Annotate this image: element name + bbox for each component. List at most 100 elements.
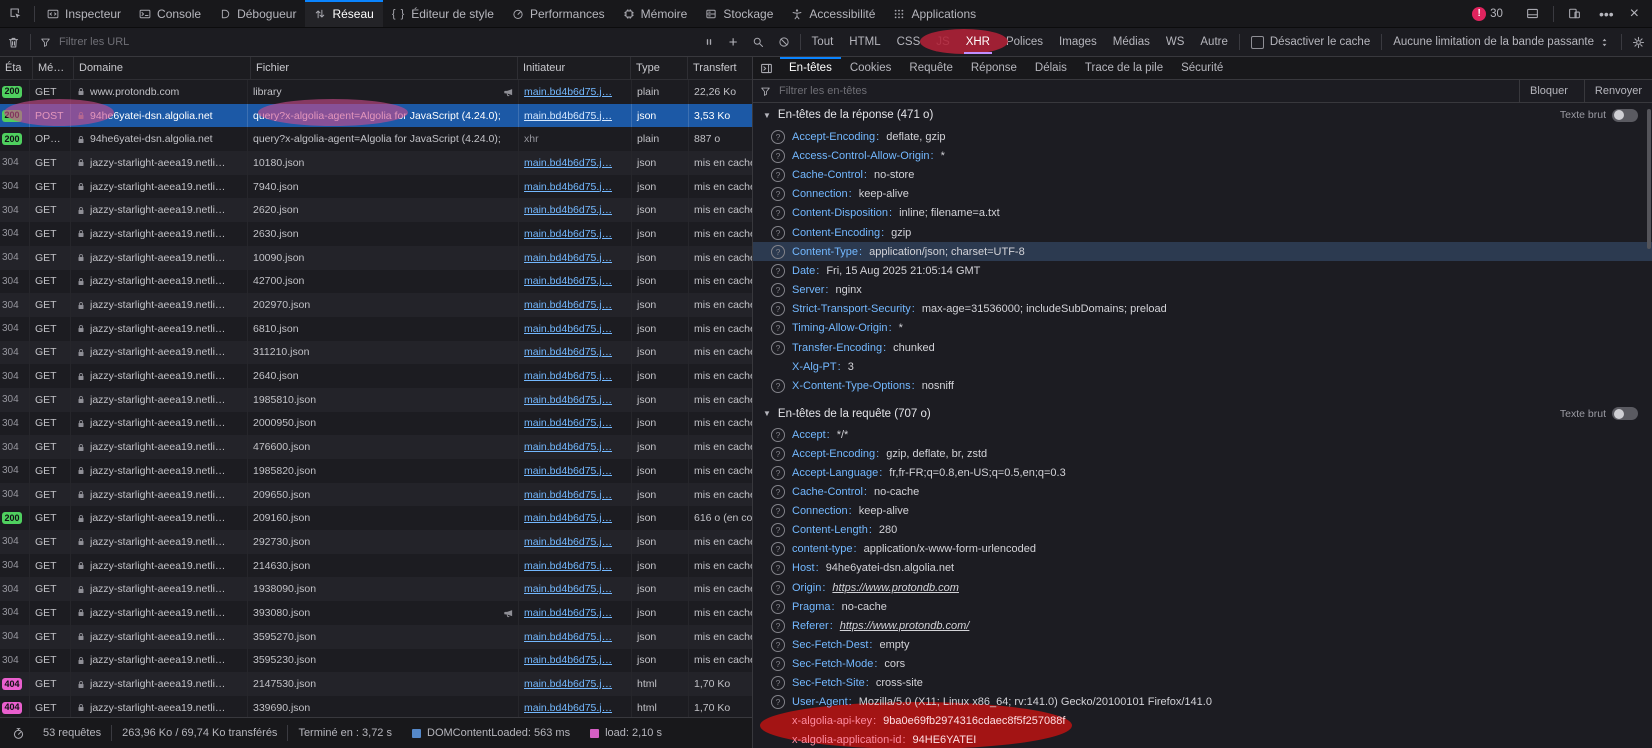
- request-row[interactable]: 304GETjazzy-starlight-aeea19.netli…35952…: [0, 649, 752, 673]
- initiator-link[interactable]: main.bd4b6d75.j…: [524, 678, 612, 690]
- header-doc-icon[interactable]: ?: [771, 206, 785, 220]
- raw-text-toggle[interactable]: Texte brut: [1560, 407, 1638, 420]
- header-row[interactable]: ?Strict-Transport-Security:max-age=31536…: [753, 300, 1652, 319]
- section-header-request_section[interactable]: ▼En-têtes de la requête (707 o)Texte bru…: [753, 402, 1652, 426]
- tool-tab-performances[interactable]: Performances: [503, 0, 614, 27]
- header-doc-icon[interactable]: ?: [771, 561, 785, 575]
- header-row[interactable]: ?Origin:https://www.protondb.com: [753, 578, 1652, 597]
- header-doc-icon[interactable]: ?: [771, 321, 785, 335]
- header-row[interactable]: ?Content-Type:application/json; charset=…: [753, 242, 1652, 261]
- details-tab-cookies[interactable]: Cookies: [841, 57, 901, 79]
- tool-tab-r-seau[interactable]: Réseau: [305, 0, 382, 27]
- initiator-link[interactable]: main.bd4b6d75.j…: [524, 181, 612, 193]
- header-doc-icon[interactable]: ?: [771, 523, 785, 537]
- initiator-link[interactable]: main.bd4b6d75.j…: [524, 228, 612, 240]
- column-header-4[interactable]: Initiateur: [518, 57, 631, 79]
- initiator-link[interactable]: main.bd4b6d75.j…: [524, 275, 612, 287]
- split-console-button[interactable]: [1517, 7, 1548, 20]
- initiator-link[interactable]: main.bd4b6d75.j…: [524, 157, 612, 169]
- request-row[interactable]: 304GETjazzy-starlight-aeea19.netli…2640.…: [0, 364, 752, 388]
- header-doc-icon[interactable]: ?: [771, 168, 785, 182]
- request-row[interactable]: 304GETjazzy-starlight-aeea19.netli…19380…: [0, 577, 752, 601]
- request-row[interactable]: 404GETjazzy-starlight-aeea19.netli…33969…: [0, 696, 752, 717]
- throttling-select[interactable]: Aucune limitation de la bande passante: [1385, 28, 1618, 56]
- request-row[interactable]: 200OP…94he6yatei-dsn.algolia.netquery?x-…: [0, 127, 752, 151]
- header-doc-icon[interactable]: ?: [771, 149, 785, 163]
- initiator-link[interactable]: main.bd4b6d75.j…: [524, 299, 612, 311]
- initiator-link[interactable]: main.bd4b6d75.j…: [524, 583, 612, 595]
- header-row[interactable]: ?content-type:application/x-www-form-url…: [753, 540, 1652, 559]
- column-header-3[interactable]: Fichier: [251, 57, 518, 79]
- request-row[interactable]: 304GETjazzy-starlight-aeea19.netli…2630.…: [0, 222, 752, 246]
- request-row[interactable]: 304GETjazzy-starlight-aeea19.netli…7940.…: [0, 175, 752, 199]
- initiator-link[interactable]: main.bd4b6d75.j…: [524, 346, 612, 358]
- details-tab-requ-te[interactable]: Requête: [900, 57, 961, 79]
- initiator-link[interactable]: main.bd4b6d75.j…: [524, 560, 612, 572]
- header-row[interactable]: ?Accept-Language:fr,fr-FR;q=0.8,en-US;q=…: [753, 464, 1652, 483]
- header-row[interactable]: ?Pragma:no-cache: [753, 597, 1652, 616]
- request-row[interactable]: 304GETjazzy-starlight-aeea19.netli…29273…: [0, 530, 752, 554]
- initiator-link[interactable]: main.bd4b6d75.j…: [524, 536, 612, 548]
- headers-filter-input[interactable]: [777, 84, 1513, 98]
- section-header-response_section[interactable]: ▼En-têtes de la réponse (471 o)Texte bru…: [753, 103, 1652, 127]
- filter-xhr[interactable]: XHR: [958, 28, 998, 56]
- column-header-2[interactable]: Domaine: [74, 57, 251, 79]
- initiator-link[interactable]: main.bd4b6d75.j…: [524, 323, 612, 335]
- filter-tout[interactable]: Tout: [804, 28, 842, 56]
- filter-css[interactable]: CSS: [889, 28, 929, 56]
- filter-js[interactable]: JS: [928, 28, 957, 56]
- url-filter-box[interactable]: [34, 28, 696, 56]
- header-row[interactable]: ?Sec-Fetch-Dest:empty: [753, 635, 1652, 654]
- header-doc-icon[interactable]: ?: [771, 283, 785, 297]
- initiator-link[interactable]: main.bd4b6d75.j…: [524, 512, 612, 524]
- header-doc-icon[interactable]: ?: [771, 226, 785, 240]
- request-row[interactable]: 304GETjazzy-starlight-aeea19.netli…10180…: [0, 151, 752, 175]
- header-doc-icon[interactable]: ?: [771, 428, 785, 442]
- header-row[interactable]: ?Host:94he6yatei-dsn.algolia.net: [753, 559, 1652, 578]
- header-row[interactable]: ?Cache-Control:no-cache: [753, 483, 1652, 502]
- header-doc-icon[interactable]: ?: [771, 619, 785, 633]
- request-row[interactable]: 200POST94he6yatei-dsn.algolia.netquery?x…: [0, 104, 752, 128]
- request-row[interactable]: 304GETjazzy-starlight-aeea19.netli…2620.…: [0, 198, 752, 222]
- toggle-switch[interactable]: [1612, 407, 1638, 420]
- tool-tab-m-moire[interactable]: Mémoire: [614, 0, 697, 27]
- disable-cache-checkbox[interactable]: [1251, 36, 1264, 49]
- header-doc-icon[interactable]: ?: [771, 379, 785, 393]
- initiator-link[interactable]: main.bd4b6d75.j…: [524, 110, 612, 122]
- responsive-mode-button[interactable]: [1559, 7, 1590, 20]
- initiator-link[interactable]: main.bd4b6d75.j…: [524, 631, 612, 643]
- header-value-link[interactable]: https://www.protondb.com: [832, 582, 959, 594]
- tool-tab-d-bogueur[interactable]: Débogueur: [210, 0, 305, 27]
- tool-tab--diteur-de-style[interactable]: { }Éditeur de style: [383, 0, 503, 27]
- initiator-link[interactable]: main.bd4b6d75.j…: [524, 465, 612, 477]
- initiator-link[interactable]: main.bd4b6d75.j…: [524, 654, 612, 666]
- header-doc-icon[interactable]: ?: [771, 676, 785, 690]
- request-row[interactable]: 304GETjazzy-starlight-aeea19.netli…47660…: [0, 435, 752, 459]
- filter-ws[interactable]: WS: [1158, 28, 1193, 56]
- request-row[interactable]: 304GETjazzy-starlight-aeea19.netli…20009…: [0, 412, 752, 436]
- header-row[interactable]: ?X-Content-Type-Options:nosniff: [753, 376, 1652, 395]
- details-tab-r-ponse[interactable]: Réponse: [962, 57, 1026, 79]
- initiator-link[interactable]: main.bd4b6d75.j…: [524, 607, 612, 619]
- header-row[interactable]: ?Cache-Control:no-store: [753, 165, 1652, 184]
- request-row[interactable]: 304GETjazzy-starlight-aeea19.netli…6810.…: [0, 317, 752, 341]
- filter-autre[interactable]: Autre: [1192, 28, 1236, 56]
- request-row[interactable]: 304GETjazzy-starlight-aeea19.netli…35952…: [0, 625, 752, 649]
- network-settings-button[interactable]: [1625, 28, 1652, 56]
- header-row[interactable]: ?Sec-Fetch-Site:cross-site: [753, 673, 1652, 692]
- raw-text-toggle[interactable]: Texte brut: [1560, 109, 1638, 122]
- filter-images[interactable]: Images: [1051, 28, 1105, 56]
- request-row[interactable]: 304GETjazzy-starlight-aeea19.netli…21463…: [0, 554, 752, 578]
- header-doc-icon[interactable]: ?: [771, 638, 785, 652]
- header-row[interactable]: ?Transfer-Encoding:chunked: [753, 338, 1652, 357]
- initiator-link[interactable]: main.bd4b6d75.j…: [524, 204, 612, 216]
- header-row[interactable]: ?Sec-Fetch-Mode:cors: [753, 654, 1652, 673]
- scrollbar-thumb[interactable]: [1647, 109, 1651, 249]
- column-header-0[interactable]: Éta: [0, 57, 33, 79]
- header-doc-icon[interactable]: ?: [771, 581, 785, 595]
- tool-tab-console[interactable]: Console: [130, 0, 210, 27]
- block-request-button[interactable]: Bloquer: [1519, 80, 1578, 102]
- header-row[interactable]: ?x-algolia-application-id:94HE6YATEI: [753, 730, 1652, 748]
- clear-requests-button[interactable]: [0, 28, 27, 56]
- search-button[interactable]: [745, 28, 771, 56]
